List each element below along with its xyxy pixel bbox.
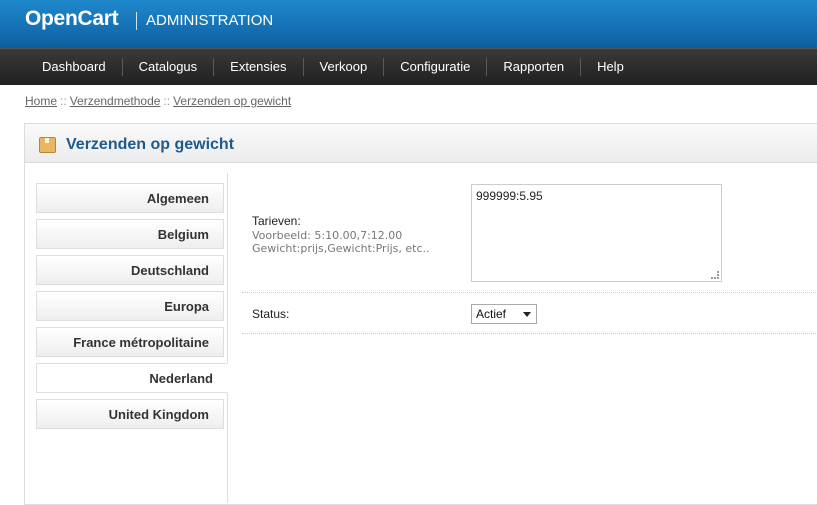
tab-label: Deutschland bbox=[130, 263, 209, 278]
vertical-tabs: Algemeen Belgium Deutschland Europa Fran… bbox=[36, 183, 228, 435]
breadcrumb-separator: :: bbox=[60, 94, 67, 108]
menu-item-dashboard[interactable]: Dashboard bbox=[26, 58, 122, 76]
status-value: Actief bbox=[476, 307, 507, 321]
app-header: OpenCart ADMINISTRATION bbox=[0, 0, 817, 48]
content-box: Verzenden op gewicht Algemeen Belgium De… bbox=[24, 123, 817, 505]
menu-item-configuratie[interactable]: Configuratie bbox=[383, 58, 486, 76]
tab-label: Algemeen bbox=[146, 191, 209, 206]
menu-item-verkoop[interactable]: Verkoop bbox=[302, 58, 384, 76]
page-title: Verzenden op gewicht bbox=[66, 136, 235, 153]
menu-item-help[interactable]: Help bbox=[580, 58, 640, 76]
tab-label: France métropolitaine bbox=[73, 335, 209, 350]
breadcrumb-home[interactable]: Home bbox=[25, 94, 57, 108]
tab-europa[interactable]: Europa bbox=[36, 291, 224, 321]
tab-france[interactable]: France métropolitaine bbox=[36, 327, 224, 357]
rates-help-example: Voorbeeld: 5:10.00,7:12.00 bbox=[252, 229, 403, 242]
tab-nederland[interactable]: Nederland bbox=[36, 363, 228, 393]
box-heading: Verzenden op gewicht bbox=[25, 124, 817, 163]
status-row: Status: Actief bbox=[242, 293, 817, 334]
rates-row: Tarieven: Voorbeeld: 5:10.00,7:12.00 Gew… bbox=[242, 174, 817, 293]
tab-united-kingdom[interactable]: United Kingdom bbox=[36, 399, 224, 429]
tab-label: Belgium bbox=[157, 227, 209, 242]
menu-item-catalogus[interactable]: Catalogus bbox=[121, 58, 214, 76]
menu-item-rapporten[interactable]: Rapporten bbox=[486, 58, 580, 76]
rates-help: Voorbeeld: 5:10.00,7:12.00 Gewicht:prijs… bbox=[252, 229, 462, 255]
main-menu: Dashboard Catalogus Extensies Verkoop Co… bbox=[0, 48, 817, 85]
tab-label: Europa bbox=[164, 299, 209, 314]
shipping-box-icon bbox=[39, 137, 56, 153]
tab-deutschland[interactable]: Deutschland bbox=[36, 255, 224, 285]
chevron-down-icon bbox=[523, 312, 531, 317]
tab-label: United Kingdom bbox=[108, 407, 209, 422]
rates-value: 999999:5.95 bbox=[476, 189, 543, 203]
tabs-divider bbox=[227, 173, 228, 503]
rates-textarea[interactable]: 999999:5.95 bbox=[471, 184, 722, 282]
logo-divider bbox=[136, 12, 137, 30]
tab-algemeen[interactable]: Algemeen bbox=[36, 183, 224, 213]
rates-label: Tarieven: bbox=[252, 214, 301, 228]
logo[interactable]: OpenCart bbox=[25, 7, 119, 31]
breadcrumb: Home:: Verzendmethode:: Verzenden op gewic… bbox=[25, 94, 291, 108]
rates-help-format: Gewicht:prijs,Gewicht:Prijs, etc.. bbox=[252, 242, 430, 255]
status-select[interactable]: Actief bbox=[471, 304, 537, 324]
logo-subtitle: ADMINISTRATION bbox=[146, 12, 274, 29]
resize-grip-icon[interactable] bbox=[711, 271, 719, 279]
status-label: Status: bbox=[252, 307, 290, 321]
tab-belgium[interactable]: Belgium bbox=[36, 219, 224, 249]
tab-label: Nederland bbox=[149, 371, 213, 386]
breadcrumb-shipping[interactable]: Verzendmethode bbox=[70, 94, 161, 108]
breadcrumb-separator: :: bbox=[163, 94, 171, 108]
menu-item-extensies[interactable]: Extensies bbox=[213, 58, 302, 76]
menu-items: Dashboard Catalogus Extensies Verkoop Co… bbox=[26, 49, 640, 85]
breadcrumb-weight-shipping[interactable]: Verzenden op gewicht bbox=[173, 94, 291, 108]
